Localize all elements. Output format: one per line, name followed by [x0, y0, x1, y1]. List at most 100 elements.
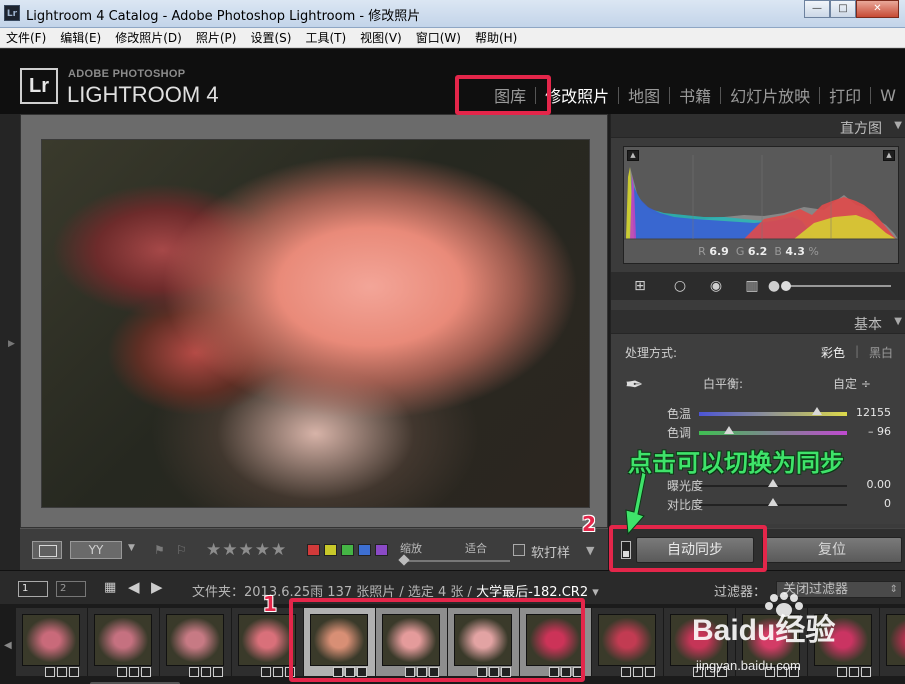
basic-header[interactable]: 基本 ▼: [611, 310, 905, 334]
badge-icon[interactable]: [57, 667, 67, 677]
filmstrip-thumbnail[interactable]: [160, 608, 232, 677]
menu-view[interactable]: 视图(V): [360, 29, 402, 46]
reject-flag-icon[interactable]: ⚐: [176, 543, 190, 557]
loupe-view-button[interactable]: [32, 541, 62, 559]
module-slideshow[interactable]: 幻灯片放映: [721, 83, 819, 107]
badge-icon[interactable]: [213, 667, 223, 677]
badge-icon[interactable]: [141, 667, 151, 677]
main-image-area: [20, 114, 608, 528]
temp-value[interactable]: 12155: [851, 406, 891, 419]
treatment-bw-option[interactable]: 黑白: [869, 344, 893, 361]
tint-slider[interactable]: [699, 431, 847, 435]
star-rating[interactable]: ★★★★★: [206, 540, 287, 560]
module-map[interactable]: 地图: [619, 83, 669, 107]
exposure-value[interactable]: 0.00: [851, 478, 892, 491]
brush-size-handle[interactable]: [781, 281, 791, 291]
zoom-slider[interactable]: [400, 560, 510, 562]
color-label-red[interactable]: [307, 544, 320, 556]
highlight-clipping-indicator-icon[interactable]: ▲: [883, 150, 895, 161]
before-after-button[interactable]: YY: [70, 541, 122, 559]
menu-help[interactable]: 帮助(H): [475, 29, 517, 46]
maximize-button[interactable]: □: [830, 0, 856, 18]
close-button[interactable]: ✕: [856, 0, 899, 18]
badge-icon[interactable]: [129, 667, 139, 677]
grid-view-icon[interactable]: ▦: [104, 581, 118, 595]
filmstrip-thumbnail[interactable]: [16, 608, 88, 677]
badge-icon[interactable]: [261, 667, 271, 677]
crop-tool-icon[interactable]: ⊞: [627, 275, 653, 297]
badge-icon[interactable]: [117, 667, 127, 677]
menu-photo[interactable]: 照片(P): [196, 29, 237, 46]
title-bar: Lr Lightroom 4 Catalog - Adobe Photoshop…: [0, 0, 905, 28]
window-controls: — □ ✕: [804, 0, 899, 20]
lightroom-logo: Lr: [20, 68, 58, 104]
identity-plate: Lr ADOBE PHOTOSHOP LIGHTROOM 4 图库 修改照片 地…: [0, 48, 905, 114]
forward-arrow-icon[interactable]: ▶: [151, 578, 163, 596]
spot-removal-icon[interactable]: ○: [667, 275, 693, 297]
filmstrip-thumbnail[interactable]: [88, 608, 160, 677]
reset-button[interactable]: 复位: [762, 537, 902, 563]
secondary-screen-button[interactable]: 2: [56, 581, 86, 597]
menu-bar: 文件(F) 编辑(E) 修改照片(D) 照片(P) 设置(S) 工具(T) 视图…: [0, 28, 905, 48]
softproof-label: 软打样: [531, 546, 571, 561]
shadow-clipping-indicator-icon[interactable]: ▲: [627, 150, 639, 161]
module-print[interactable]: 打印: [820, 83, 870, 107]
exposure-slider-handle[interactable]: [768, 479, 778, 487]
badge-icon[interactable]: [633, 667, 643, 677]
softproof-checkbox[interactable]: [513, 544, 525, 556]
badge-icon[interactable]: [645, 667, 655, 677]
primary-screen-button[interactable]: 1: [18, 581, 48, 597]
temp-slider-handle[interactable]: [812, 407, 823, 415]
badge-icon[interactable]: [189, 667, 199, 677]
module-book[interactable]: 书籍: [670, 83, 720, 107]
menu-edit[interactable]: 编辑(E): [60, 29, 101, 46]
menu-window[interactable]: 窗口(W): [416, 29, 461, 46]
tint-value[interactable]: – 96: [851, 425, 891, 438]
expand-left-panel-icon[interactable]: ▶: [8, 339, 15, 349]
lightroom-window: Lr Lightroom 4 Catalog - Adobe Photoshop…: [0, 0, 905, 684]
contrast-slider-handle[interactable]: [768, 498, 778, 506]
collapse-triangle-icon[interactable]: ▼: [894, 120, 902, 131]
thumbnail-image: [238, 614, 296, 666]
toolbar-menu-icon[interactable]: ▼: [586, 544, 594, 557]
filmstrip-thumbnail[interactable]: [880, 608, 905, 676]
back-arrow-icon[interactable]: ◀: [128, 578, 140, 596]
menu-settings[interactable]: 设置(S): [250, 29, 291, 46]
main-photo[interactable]: [42, 140, 589, 507]
module-web[interactable]: W: [871, 86, 905, 105]
tint-slider-handle[interactable]: [723, 426, 734, 434]
badge-icon[interactable]: [621, 667, 631, 677]
r-label: R: [698, 245, 706, 258]
badge-icon[interactable]: [273, 667, 283, 677]
temp-slider[interactable]: [699, 412, 847, 416]
treatment-color-option[interactable]: 彩色: [821, 344, 845, 361]
color-label-green[interactable]: [341, 544, 354, 556]
filmstrip-scroll-left-icon[interactable]: ◀: [4, 640, 12, 651]
badge-icon[interactable]: [201, 667, 211, 677]
color-label-blue[interactable]: [358, 544, 371, 556]
thumbnail-image: [166, 614, 224, 666]
badge-icon[interactable]: [69, 667, 79, 677]
contrast-value[interactable]: 0: [851, 497, 891, 510]
badge-icon[interactable]: [45, 667, 55, 677]
g-value: 6.2: [747, 245, 768, 258]
white-balance-eyedropper-icon[interactable]: ✒: [625, 373, 655, 409]
color-label-yellow[interactable]: [324, 544, 337, 556]
menu-file[interactable]: 文件(F): [6, 29, 46, 46]
red-eye-icon[interactable]: ◉: [703, 275, 729, 297]
menu-develop[interactable]: 修改照片(D): [115, 29, 182, 46]
chevron-down-icon[interactable]: ▼: [128, 543, 135, 553]
minimize-button[interactable]: —: [804, 0, 830, 18]
histogram-header[interactable]: 直方图 ▼: [611, 114, 905, 138]
zoom-slider-handle[interactable]: [398, 554, 410, 566]
left-panel-collapsed[interactable]: ▶: [0, 114, 20, 570]
watermark-url: jingyan.baidu.com: [695, 658, 801, 673]
badge-icon[interactable]: [861, 667, 871, 677]
flag-icon[interactable]: ⚑: [154, 543, 168, 557]
filmstrip-thumbnail[interactable]: [592, 608, 664, 677]
collapse-triangle-icon[interactable]: ▼: [894, 316, 902, 327]
menu-tools[interactable]: 工具(T): [305, 29, 346, 46]
color-label-purple[interactable]: [375, 544, 388, 556]
brush-size-slider[interactable]: [783, 285, 891, 287]
white-balance-select[interactable]: 自定 ÷: [833, 375, 871, 392]
